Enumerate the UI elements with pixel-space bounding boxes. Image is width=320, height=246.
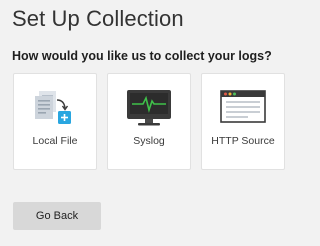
collection-question: How would you like us to collect your lo…	[12, 49, 272, 63]
browser-window-icon	[218, 88, 268, 128]
syslog-label: Syslog	[133, 135, 165, 147]
page-title: Set Up Collection	[12, 6, 184, 31]
syslog-option[interactable]: Syslog	[107, 73, 191, 170]
syslog-monitor-icon	[124, 88, 174, 128]
http-source-option[interactable]: HTTP Source	[201, 73, 285, 170]
local-file-option[interactable]: Local File	[13, 73, 97, 170]
go-back-button[interactable]: Go Back	[13, 202, 101, 230]
local-file-icon	[30, 88, 80, 128]
local-file-label: Local File	[32, 135, 78, 147]
http-source-label: HTTP Source	[211, 135, 275, 147]
